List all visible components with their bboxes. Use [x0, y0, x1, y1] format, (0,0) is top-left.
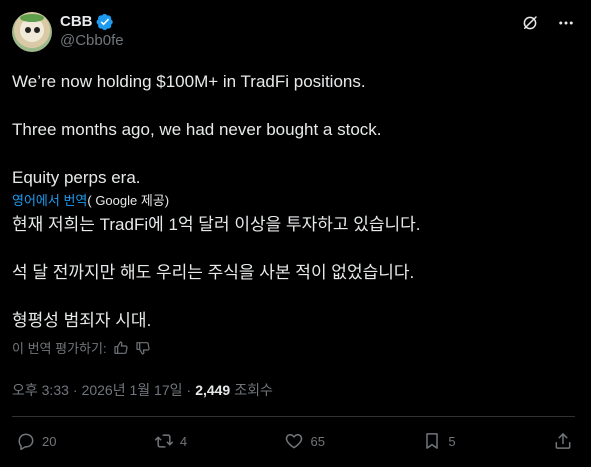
translated-text: 현재 저희는 TradFi에 1억 달러 이상을 투자하고 있습니다. 석 달 … — [12, 214, 575, 332]
translated-line-1: 현재 저희는 TradFi에 1억 달러 이상을 투자하고 있습니다. — [12, 215, 421, 234]
bookmark-count: 5 — [448, 433, 456, 449]
more-icon[interactable] — [557, 14, 575, 32]
translation-attribution: 영어에서 번역( Google 제공) — [12, 192, 575, 209]
verified-badge-icon — [96, 13, 113, 30]
header-actions — [521, 12, 575, 32]
post-time[interactable]: 오후 3:33 — [12, 380, 69, 400]
translated-from-link[interactable]: 영어에서 번역 — [12, 193, 87, 208]
thumbs-down-icon[interactable] — [135, 340, 151, 356]
avatar-eye-left — [25, 27, 31, 33]
divider — [12, 416, 575, 417]
author-handle[interactable]: @Cbb0fe — [60, 31, 124, 50]
display-name[interactable]: CBB — [60, 12, 93, 31]
post-date[interactable]: 2026년 1월 17일 — [82, 380, 183, 400]
translated-line-2: 석 달 전까지만 해도 우리는 주식을 사본 적이 없었습니다. — [12, 263, 415, 282]
post-meta: 오후 3:33 · 2026년 1월 17일 · 2,449 조회수 — [12, 380, 575, 400]
avatar-eye-right — [34, 27, 40, 33]
views-count: 2,449 — [195, 382, 231, 398]
share-button[interactable] — [553, 431, 573, 451]
reply-button[interactable]: 20 — [16, 431, 56, 451]
share-icon — [555, 433, 571, 449]
like-button[interactable]: 65 — [284, 431, 325, 451]
avatar[interactable] — [12, 12, 52, 52]
heart-icon — [286, 434, 303, 449]
name-row: CBB — [60, 12, 124, 31]
rate-translation-label: 이 번역 평가하기: — [12, 341, 107, 356]
meta-separator: · — [186, 382, 192, 398]
repost-count: 4 — [179, 433, 188, 449]
author-names: CBB @Cbb0fe — [60, 12, 124, 50]
bookmark-icon — [426, 433, 439, 449]
rate-translation: 이 번역 평가하기: — [12, 338, 575, 357]
repost-button[interactable]: 4 — [154, 431, 187, 451]
post-line-2: Three months ago, we had never bought a … — [12, 120, 382, 139]
reply-icon — [18, 433, 34, 451]
translated-line-3: 형평성 범죄자 시대. — [12, 311, 152, 330]
bookmark-button[interactable]: 5 — [422, 431, 456, 451]
views-label: 조회수 — [234, 382, 273, 398]
repost-icon — [154, 434, 173, 448]
avatar-leaf — [20, 14, 44, 22]
post-line-3: Equity perps era. — [12, 168, 141, 187]
post: CBB @Cbb0fe We’re now holding $100M+ in … — [0, 0, 591, 467]
translation-provider: ( Google 제공) — [87, 193, 170, 208]
reply-count: 20 — [42, 433, 57, 449]
thumbs-up-icon[interactable] — [113, 340, 129, 356]
post-header: CBB @Cbb0fe — [12, 12, 575, 60]
action-bar: 20 4 65 5 — [16, 431, 573, 451]
post-text: We’re now holding $100M+ in TradFi posit… — [12, 71, 575, 189]
meta-separator: · — [72, 382, 78, 398]
grok-icon[interactable] — [521, 14, 539, 32]
like-count: 65 — [310, 433, 325, 449]
post-line-1: We’re now holding $100M+ in TradFi posit… — [12, 72, 366, 91]
